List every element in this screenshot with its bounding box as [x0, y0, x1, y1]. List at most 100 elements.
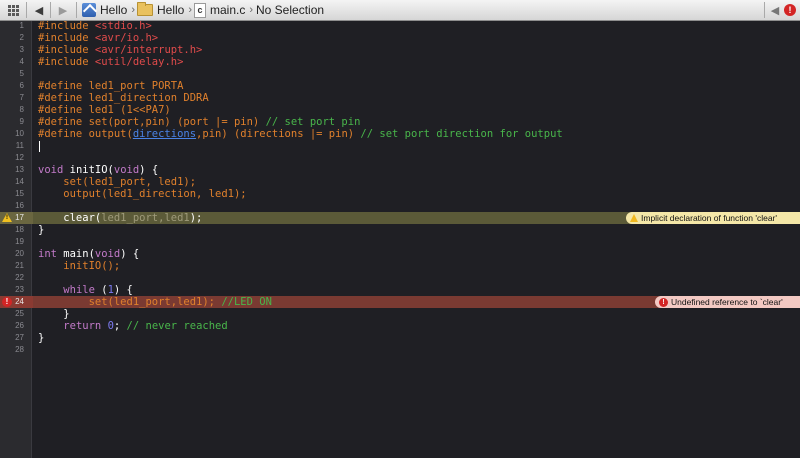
- breadcrumb-selection-label: No Selection: [256, 3, 325, 17]
- line-number-row: 11: [0, 140, 32, 152]
- c-source-file-icon: c: [194, 2, 206, 18]
- line-number-row: 19: [0, 236, 32, 248]
- divider: [26, 2, 27, 18]
- line-number[interactable]: 5: [0, 68, 24, 80]
- error-badge-icon[interactable]: !: [784, 4, 796, 16]
- code-token: led1_port,led1: [101, 212, 190, 224]
- previous-issue-button[interactable]: ◀: [770, 0, 780, 20]
- code-line[interactable]: #define set(port,pin) (port |= pin) // s…: [0, 116, 800, 128]
- warning-triangle-icon: [630, 214, 638, 222]
- xcode-project-icon: [82, 3, 96, 17]
- string-token: <avr/io.h>: [94, 32, 159, 44]
- line-number-row: 28: [0, 344, 32, 356]
- grid-icon: [7, 4, 19, 16]
- line-number[interactable]: 11: [0, 140, 24, 152]
- code-line[interactable]: }: [0, 332, 800, 344]
- breadcrumb-project-label: Hello: [100, 3, 128, 17]
- keyword-token: void: [113, 164, 140, 176]
- code-token: ) {: [113, 284, 133, 296]
- back-button[interactable]: ◀: [32, 0, 46, 20]
- code-token: initIO(: [63, 164, 114, 176]
- code-line[interactable]: #include <stdio.h>: [0, 20, 800, 32]
- preprocessor-token: #include: [38, 20, 95, 32]
- preprocessor-token: #include: [38, 32, 95, 44]
- divider: [50, 2, 51, 18]
- warning-message-text: Implicit declaration of function 'clear': [641, 213, 778, 223]
- preprocessor-token: #define led1_port PORTA: [38, 80, 184, 92]
- chevron-right-icon: ›: [249, 4, 254, 16]
- line-number-row: 12: [0, 152, 32, 164]
- keyword-token: void: [38, 164, 64, 176]
- breadcrumb-group-label: Hello: [157, 3, 185, 17]
- code-token: (: [94, 284, 108, 296]
- preprocessor-token: ,pin) (directions |= pin): [196, 128, 361, 140]
- code-token: main(: [56, 248, 95, 260]
- breadcrumb-file-label: main.c: [210, 3, 246, 17]
- code-line[interactable]: return 0; // never reached: [0, 320, 800, 332]
- comment-token: // set port pin: [265, 116, 361, 128]
- error-message-text: Undefined reference to `clear': [671, 297, 783, 307]
- line-number[interactable]: 22: [0, 272, 24, 284]
- code-line[interactable]: #define led1_port PORTA: [0, 80, 800, 92]
- line-number[interactable]: 12: [0, 152, 24, 164]
- preprocessor-token: #include: [38, 44, 95, 56]
- identifier-link[interactable]: directions: [133, 128, 196, 140]
- code-line[interactable]: initIO();: [0, 260, 800, 272]
- warning-message-bubble[interactable]: Implicit declaration of function 'clear': [626, 212, 800, 224]
- string-token: <avr/interrupt.h>: [94, 44, 203, 56]
- jump-bar: ◀ ▶ Hello › Hello › c main.c › No Select…: [0, 0, 800, 21]
- code-line[interactable]: #define led1 (1<<PA7): [0, 104, 800, 116]
- code-line[interactable]: void initIO(void) {: [0, 164, 800, 176]
- related-items-button[interactable]: [4, 0, 22, 20]
- string-token: <stdio.h>: [94, 20, 152, 32]
- preprocessor-token: #include: [38, 56, 95, 68]
- code-token: clear(: [38, 212, 102, 224]
- code-line[interactable]: set(led1_port, led1);: [0, 176, 800, 188]
- chevron-right-icon: ›: [131, 4, 136, 16]
- code-token: ) {: [120, 248, 140, 260]
- line-number[interactable]: 16: [0, 200, 24, 212]
- string-token: <util/delay.h>: [94, 56, 184, 68]
- code-line[interactable]: output(led1_direction, led1);: [0, 188, 800, 200]
- macro-call-token: set(led1_port,led1);: [38, 296, 222, 308]
- code-token: ;: [113, 320, 127, 332]
- code-line[interactable]: #define output(directions,pin) (directio…: [0, 128, 800, 140]
- breadcrumb-project[interactable]: Hello ›: [82, 0, 135, 20]
- keyword-token: while: [63, 284, 95, 296]
- code-line[interactable]: #define led1_direction DDRA: [0, 92, 800, 104]
- divider: [76, 2, 77, 18]
- code-line[interactable]: #include <avr/interrupt.h>: [0, 44, 800, 56]
- code-line[interactable]: #include <avr/io.h>: [0, 32, 800, 44]
- line-number[interactable]: 19: [0, 236, 24, 248]
- code-line[interactable]: }: [0, 224, 800, 236]
- code-token: ) {: [139, 164, 159, 176]
- folder-icon: [137, 2, 153, 16]
- breadcrumb-file[interactable]: c main.c ›: [194, 0, 253, 20]
- keyword-token: void: [94, 248, 121, 260]
- preprocessor-token: #define set(port,pin) (port |= pin): [38, 116, 266, 128]
- keyword-token: return: [63, 320, 102, 332]
- preprocessor-token: #define led1 (1<<PA7): [38, 104, 171, 116]
- forward-button[interactable]: ▶: [56, 0, 70, 20]
- line-number[interactable]: 28: [0, 344, 24, 356]
- preprocessor-token: #define led1_direction DDRA: [38, 92, 209, 104]
- macro-call-token: set(led1_port, led1);: [38, 176, 197, 188]
- code-line[interactable]: int main(void) {: [0, 248, 800, 260]
- divider: [764, 2, 765, 18]
- comment-token: //LED ON: [221, 296, 272, 308]
- code-line[interactable]: #include <util/delay.h>: [0, 56, 800, 68]
- error-message-bubble[interactable]: ! Undefined reference to `clear': [655, 296, 800, 308]
- comment-token: // set port direction for output: [360, 128, 563, 140]
- line-number-row: 22: [0, 272, 32, 284]
- preprocessor-token: #define output(: [38, 128, 133, 140]
- code-token: );: [189, 212, 203, 224]
- macro-call-token: output(led1_direction, led1);: [38, 188, 247, 200]
- code-token: }: [38, 224, 45, 236]
- breadcrumb-selection[interactable]: No Selection: [256, 0, 324, 20]
- breadcrumb-group[interactable]: Hello ›: [137, 0, 192, 20]
- keyword-token: int: [38, 248, 57, 260]
- code-line[interactable]: }: [0, 308, 800, 320]
- code-line[interactable]: while (1) {: [0, 284, 800, 296]
